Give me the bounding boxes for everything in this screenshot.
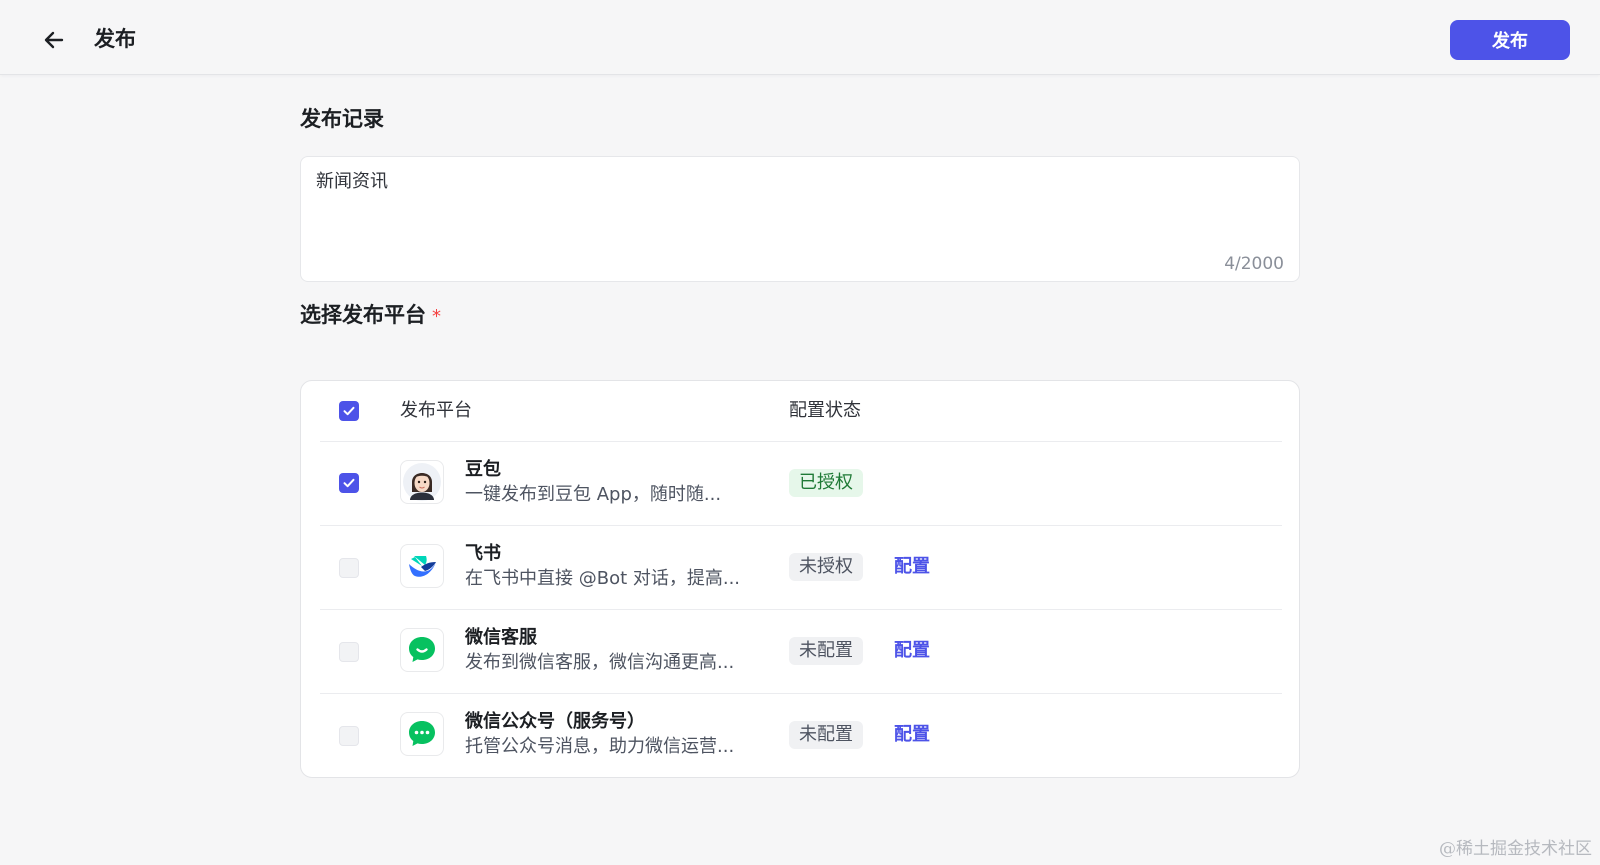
platform-row-wechat-service[interactable]: 微信客服 发布到微信客服，微信沟通更高... 未配置 配置 [320,610,1282,694]
record-textarea[interactable]: 新闻资讯 4/2000 [300,156,1300,282]
platform-name: 豆包 [465,459,501,480]
platform-desc: 在飞书中直接 @Bot 对话，提高... [465,568,741,589]
page-title: 发布 [94,27,136,51]
arrow-left-icon [44,31,64,49]
platform-name: 飞书 [465,543,501,564]
check-icon [343,478,355,488]
platform-table: 发布平台 配置状态 豆包 一键发布到豆包 App，随时随... 已授权 飞书 在… [300,380,1300,778]
record-text-value: 新闻资讯 [316,171,388,192]
platform-checkbox[interactable] [339,726,359,746]
top-bar: 发布 发布 [0,0,1600,75]
record-section-title: 发布记录 [300,107,384,131]
status-badge: 已授权 [789,469,863,497]
platform-name: 微信客服 [465,627,537,648]
config-link[interactable]: 配置 [894,554,930,580]
platform-row-wechat-official[interactable]: 微信公众号（服务号） 托管公众号消息，助力微信运营... 未配置 配置 [320,694,1282,778]
platform-checkbox[interactable] [339,642,359,662]
platform-desc: 一键发布到豆包 App，随时随... [465,484,722,505]
char-counter: 4/2000 [1224,254,1284,274]
watermark: @稀土掘金技术社区 [1439,839,1592,859]
platform-checkbox[interactable] [339,558,359,578]
config-link[interactable]: 配置 [894,722,930,748]
check-icon [343,406,355,416]
wechat-service-icon [400,628,444,672]
status-badge: 未配置 [789,637,863,665]
publish-button[interactable]: 发布 [1450,20,1570,60]
required-mark: * [432,306,441,327]
table-header: 发布平台 配置状态 [320,381,1282,442]
platform-name: 微信公众号（服务号） [465,711,645,732]
doubao-avatar-icon [400,460,444,504]
platform-section-label: 选择发布平台 [300,303,426,327]
feishu-icon [400,544,444,588]
config-link[interactable]: 配置 [894,638,930,664]
status-badge: 未授权 [789,553,863,581]
column-header-status: 配置状态 [789,400,861,421]
platform-desc: 发布到微信客服，微信沟通更高... [465,652,735,673]
platform-row-doubao[interactable]: 豆包 一键发布到豆包 App，随时随... 已授权 [320,442,1282,526]
status-badge: 未配置 [789,721,863,749]
platform-checkbox[interactable] [339,473,359,493]
column-header-platform: 发布平台 [400,400,472,421]
select-all-checkbox[interactable] [339,401,359,421]
platform-section-title: 选择发布平台 * [300,300,441,332]
platform-row-feishu[interactable]: 飞书 在飞书中直接 @Bot 对话，提高... 未授权 配置 [320,526,1282,610]
back-button[interactable] [36,22,72,58]
platform-desc: 托管公众号消息，助力微信运营... [465,736,735,757]
wechat-official-icon [400,712,444,756]
